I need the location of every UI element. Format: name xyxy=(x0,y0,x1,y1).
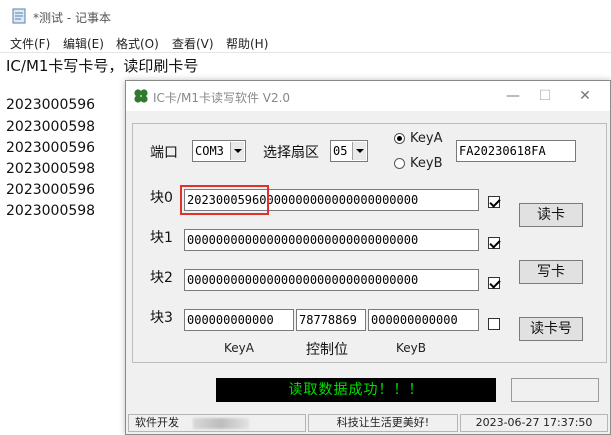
text-line: 2023000596 xyxy=(6,140,96,156)
block3-label: 块3 xyxy=(150,310,173,326)
status-message: 读取数据成功！！！ xyxy=(216,378,496,402)
block3-control-input[interactable]: 78778869 xyxy=(296,309,366,331)
block1-label: 块1 xyxy=(150,230,173,246)
block3-checkbox[interactable] xyxy=(488,318,500,330)
block0-checkbox[interactable] xyxy=(488,196,500,208)
notepad-titlebar: *测试 - 记事本 xyxy=(0,0,611,32)
text-line: 2023000598 xyxy=(6,119,96,135)
statusbar-datetime: 2023-06-27 17:37:50 xyxy=(460,414,608,432)
menu-file[interactable]: 文件(F) xyxy=(10,35,50,52)
card-reader-title: IC卡/M1卡读写软件 V2.0 xyxy=(153,91,291,105)
text-line: 2023000598 xyxy=(6,161,96,177)
close-icon[interactable]: ✕ xyxy=(570,85,600,107)
menu-format[interactable]: 格式(O) xyxy=(116,35,159,52)
menu-edit[interactable]: 编辑(E) xyxy=(63,35,104,52)
maximize-icon: ☐ xyxy=(538,88,552,104)
caption-keya: KeyA xyxy=(224,341,254,355)
write-card-button[interactable]: 写卡 xyxy=(519,260,583,284)
block3-keya-input[interactable]: 000000000000 xyxy=(184,309,294,331)
highlight-box xyxy=(180,185,269,215)
text-line: 2023000598 xyxy=(6,203,96,219)
clover-icon xyxy=(134,89,148,103)
minimize-icon[interactable]: — xyxy=(498,85,528,107)
developer-label: 软件开发 xyxy=(135,416,179,429)
card-reader-window: IC卡/M1卡读写软件 V2.0 — ☐ ✕ 端口 COM3 选择扇区 05 K… xyxy=(125,80,611,435)
block0-label: 块0 xyxy=(150,190,173,206)
text-line: IC/M1卡写卡号，读印刷卡号 xyxy=(6,57,199,75)
block3-keyb-input[interactable]: 000000000000 xyxy=(368,309,479,331)
caption-keyb: KeyB xyxy=(396,341,426,355)
statusbar-developer: 软件开发 xyxy=(128,414,306,432)
block2-checkbox[interactable] xyxy=(488,277,500,289)
block2-input[interactable]: 00000000000000000000000000000000 xyxy=(184,269,479,291)
read-card-number-button[interactable]: 读卡号 xyxy=(519,317,583,341)
notepad-menubar: 文件(F) 编辑(E) 格式(O) 查看(V) 帮助(H) xyxy=(0,32,611,52)
status-bar: 软件开发 科技让生活更美好! 2023-06-27 17:37:50 xyxy=(126,412,610,434)
caption-control: 控制位 xyxy=(306,342,348,358)
read-card-button[interactable]: 读卡 xyxy=(519,203,583,227)
status-indicator xyxy=(511,378,599,402)
statusbar-slogan: 科技让生活更美好! xyxy=(308,414,458,432)
block2-label: 块2 xyxy=(150,270,173,286)
redacted-text xyxy=(193,418,249,429)
notepad-window-title: *测试 - 记事本 xyxy=(33,11,111,25)
block1-checkbox[interactable] xyxy=(488,237,500,249)
menu-view[interactable]: 查看(V) xyxy=(172,35,214,52)
text-line: 2023000596 xyxy=(6,182,96,198)
menu-help[interactable]: 帮助(H) xyxy=(226,35,268,52)
notepad-icon xyxy=(12,8,26,24)
block1-input[interactable]: 00000000000000000000000000000000 xyxy=(184,229,479,251)
text-line: 2023000596 xyxy=(6,97,96,113)
card-reader-titlebar: IC卡/M1卡读写软件 V2.0 — ☐ ✕ xyxy=(126,81,610,111)
